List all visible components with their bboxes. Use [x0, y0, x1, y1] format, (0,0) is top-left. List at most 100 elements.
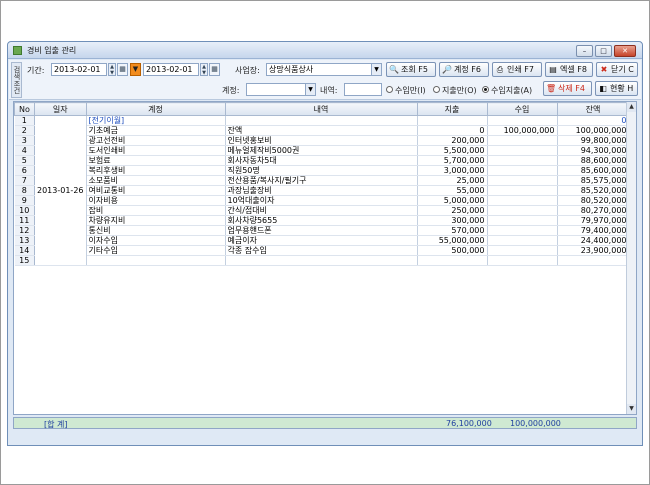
- table-row[interactable]: 7 소모품비 전산용품/복사지/필기구 25,000 85,575,000: [14, 175, 630, 186]
- description-input[interactable]: [344, 83, 382, 96]
- income-cell[interactable]: 100,000,000: [487, 125, 558, 136]
- table-row[interactable]: 9 이자비용 10억대출이자 5,000,000 80,520,000: [14, 195, 630, 206]
- account-cell[interactable]: 기타수입: [86, 245, 226, 256]
- table-row[interactable]: 4 도서인쇄비 메뉴얼제작비5000권 5,500,000 94,300,000: [14, 145, 630, 156]
- row-number[interactable]: 6: [14, 165, 35, 176]
- description-cell[interactable]: 잔액: [225, 125, 418, 136]
- description-cell[interactable]: 회사자동차5대: [225, 155, 418, 166]
- row-number[interactable]: 1: [14, 115, 35, 126]
- row-number[interactable]: 4: [14, 145, 35, 156]
- balance-cell[interactable]: 0: [557, 115, 630, 126]
- row-number[interactable]: 5: [14, 155, 35, 166]
- income-cell[interactable]: [487, 185, 558, 196]
- row-number[interactable]: 9: [14, 195, 35, 206]
- account-button[interactable]: 🔎 계정 F6: [439, 62, 489, 77]
- income-cell[interactable]: [487, 165, 558, 176]
- account-cell[interactable]: 여비교통비: [86, 185, 226, 196]
- balance-cell[interactable]: 80,270,000: [557, 205, 630, 216]
- description-cell[interactable]: 과장님출장비: [225, 185, 418, 196]
- account-cell[interactable]: 통신비: [86, 225, 226, 236]
- income-cell[interactable]: [487, 245, 558, 256]
- table-row[interactable]: 15: [14, 255, 630, 266]
- description-cell[interactable]: 예금이자: [225, 235, 418, 246]
- balance-cell[interactable]: 94,300,000: [557, 145, 630, 156]
- table-row[interactable]: 5 보험료 회사자동차5대 5,700,000 88,600,000: [14, 155, 630, 166]
- expense-cell[interactable]: 300,000: [417, 215, 488, 226]
- radio-income-expense[interactable]: [482, 86, 489, 93]
- column-header-date[interactable]: 일자: [34, 102, 87, 116]
- chevron-down-icon[interactable]: ▼: [305, 84, 315, 95]
- excel-button[interactable]: ▤ 엑셀 F8: [545, 62, 593, 77]
- business-select[interactable]: 상망식품상사 ▼: [266, 63, 382, 76]
- balance-cell[interactable]: 88,600,000: [557, 155, 630, 166]
- income-cell[interactable]: [487, 145, 558, 156]
- balance-cell[interactable]: 79,970,000: [557, 215, 630, 226]
- balance-cell[interactable]: 79,400,000: [557, 225, 630, 236]
- table-row[interactable]: 13 이자수입 예금이자 55,000,000 24,400,000: [14, 235, 630, 246]
- chevron-down-icon[interactable]: ▼: [371, 64, 381, 75]
- balance-cell[interactable]: 100,000,000: [557, 125, 630, 136]
- row-number[interactable]: 10: [14, 205, 35, 216]
- account-cell[interactable]: 광고선전비: [86, 135, 226, 146]
- row-number[interactable]: 14: [14, 245, 35, 256]
- income-cell[interactable]: [487, 255, 558, 266]
- row-number[interactable]: 8: [14, 185, 35, 196]
- expense-cell[interactable]: 570,000: [417, 225, 488, 236]
- table-row[interactable]: 2 기초예금 잔액 0 100,000,000 100,000,000: [14, 125, 630, 136]
- table-row[interactable]: 1 2013-01-26 [전기이월] 0: [14, 115, 630, 266]
- row-number[interactable]: 2: [14, 125, 35, 136]
- income-cell[interactable]: [487, 205, 558, 216]
- income-cell[interactable]: [487, 215, 558, 226]
- row-number[interactable]: 11: [14, 215, 35, 226]
- search-button[interactable]: 🔍 조회 F5: [386, 62, 436, 77]
- description-cell[interactable]: 인터넷홍보비: [225, 135, 418, 146]
- account-select[interactable]: ▼: [246, 83, 316, 96]
- description-cell[interactable]: 10억대출이자: [225, 195, 418, 206]
- account-cell[interactable]: 잡비: [86, 205, 226, 216]
- row-number[interactable]: 7: [14, 175, 35, 186]
- income-cell[interactable]: [487, 195, 558, 206]
- print-button[interactable]: ⎙ 인쇄 F7: [492, 62, 542, 77]
- date-merged-cell[interactable]: 2013-01-26: [34, 115, 87, 266]
- account-cell[interactable]: 차량유지비: [86, 215, 226, 226]
- close-window-button[interactable]: ✕: [614, 45, 636, 57]
- column-header-balance[interactable]: 잔액: [556, 102, 630, 116]
- date-from-spinner[interactable]: ▲ ▼: [108, 63, 116, 76]
- account-cell[interactable]: [전기이월]: [86, 115, 226, 126]
- radio-income-expense-label[interactable]: 수입지출(A): [491, 85, 532, 96]
- radio-income-only[interactable]: [386, 86, 393, 93]
- income-cell[interactable]: [487, 115, 558, 126]
- date-range-dropdown-icon[interactable]: ▼: [130, 63, 141, 76]
- table-row[interactable]: 12 통신비 업무용핸드폰 570,000 79,400,000: [14, 225, 630, 236]
- description-cell[interactable]: 간식/접대비: [225, 205, 418, 216]
- date-from-input[interactable]: 2013-02-01: [51, 63, 107, 76]
- account-cell[interactable]: 소모품비: [86, 175, 226, 186]
- income-cell[interactable]: [487, 235, 558, 246]
- radio-income-only-label[interactable]: 수입만(I): [395, 85, 426, 96]
- expense-cell[interactable]: 250,000: [417, 205, 488, 216]
- expense-cell[interactable]: 5,000,000: [417, 195, 488, 206]
- expense-cell[interactable]: 5,500,000: [417, 145, 488, 156]
- row-number[interactable]: 12: [14, 225, 35, 236]
- balance-cell[interactable]: [557, 255, 630, 266]
- income-cell[interactable]: [487, 135, 558, 146]
- description-cell[interactable]: 전산용품/복사지/필기구: [225, 175, 418, 186]
- table-row[interactable]: 11 차량유지비 회사차량5655 300,000 79,970,000: [14, 215, 630, 226]
- radio-expense-only[interactable]: [433, 86, 440, 93]
- ledger-grid[interactable]: No 일자 계정 내역 지출 수입 잔액 1 2013-01-26 [전기이월] 0 2…: [13, 101, 637, 415]
- vertical-scrollbar[interactable]: ▲ ▼: [626, 102, 636, 414]
- balance-cell[interactable]: 85,575,000: [557, 175, 630, 186]
- income-cell[interactable]: [487, 175, 558, 186]
- expense-cell[interactable]: 3,000,000: [417, 165, 488, 176]
- balance-cell[interactable]: 80,520,000: [557, 195, 630, 206]
- balance-cell[interactable]: 99,800,000: [557, 135, 630, 146]
- expense-cell[interactable]: 200,000: [417, 135, 488, 146]
- close-button[interactable]: ✖ 닫기 C: [596, 62, 638, 77]
- row-number[interactable]: 15: [14, 255, 35, 266]
- description-cell[interactable]: 각종 잡수입: [225, 245, 418, 256]
- expense-cell[interactable]: 55,000,000: [417, 235, 488, 246]
- table-row[interactable]: 3 광고선전비 인터넷홍보비 200,000 99,800,000: [14, 135, 630, 146]
- maximize-button[interactable]: □: [595, 45, 612, 57]
- expense-cell[interactable]: 55,000: [417, 185, 488, 196]
- column-header-income[interactable]: 수입: [486, 102, 558, 116]
